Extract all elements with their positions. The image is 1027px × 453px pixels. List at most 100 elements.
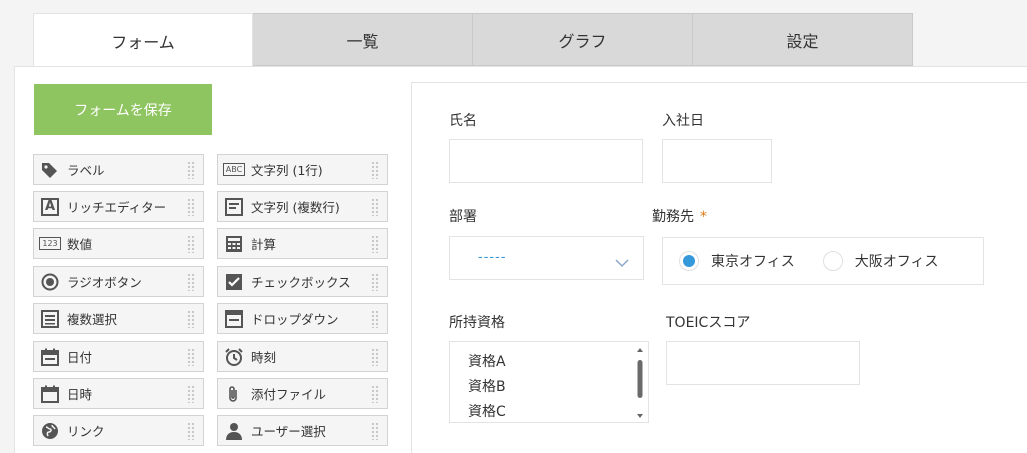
abc-icon: ABC (222, 160, 246, 180)
tag-icon (40, 160, 60, 180)
form-layout-area: 氏名 入社日 部署 ----- 勤務先 * 東京オフィス 大阪オフィス 所持資格 … (411, 82, 1027, 453)
palette-item-user-select[interactable]: ユーザー選択 (217, 415, 388, 446)
palette-item-multi-line-text[interactable]: 文字列 (複数行) (217, 191, 388, 222)
palette-item-text: リンク (67, 424, 105, 439)
department-label: 部署 (449, 209, 477, 225)
qualifications-listbox[interactable]: 資格A 資格B 資格C (449, 341, 649, 423)
tab-label: フォーム (111, 32, 175, 52)
qualifications-label: 所持資格 (449, 315, 505, 331)
palette-item-text: 文字列 (1行) (251, 163, 323, 178)
workplace-label-text: 勤務先 (652, 209, 694, 225)
toeic-score-input[interactable] (666, 341, 860, 385)
number-icon: 123 (39, 234, 61, 254)
user-icon (224, 421, 244, 441)
palette-item-text: 添付ファイル (251, 387, 327, 402)
globe-icon (40, 421, 60, 441)
tab-label: 一覧 (346, 31, 379, 51)
drag-handle-icon[interactable] (371, 422, 379, 440)
drag-handle-icon[interactable] (371, 385, 379, 403)
palette-item-time[interactable]: 時刻 (217, 341, 388, 372)
palette-item-text: チェックボックス (251, 275, 351, 290)
hire-date-label: 入社日 (662, 113, 704, 129)
icon-text: ABC (222, 163, 246, 176)
palette-item-text: 数値 (67, 237, 93, 252)
drag-handle-icon[interactable] (187, 235, 195, 253)
drag-handle-icon[interactable] (371, 161, 379, 179)
palette-item-text: 日時 (67, 387, 93, 402)
hire-date-input[interactable] (662, 139, 772, 183)
palette-item-text: 時刻 (251, 350, 277, 365)
rich-editor-icon: A (40, 197, 60, 217)
scrollbar[interactable] (635, 344, 645, 422)
list-item[interactable]: 資格B (468, 376, 506, 396)
name-label: 氏名 (449, 113, 477, 129)
palette-item-datetime[interactable]: 日時 (33, 378, 204, 409)
palette-item-link[interactable]: リンク (33, 415, 204, 446)
list-item[interactable]: 資格C (468, 401, 506, 421)
radio-unselected-icon (822, 251, 843, 271)
tab-form[interactable]: フォーム (33, 13, 253, 67)
palette-item-text: ラベル (67, 163, 105, 178)
drag-handle-icon[interactable] (371, 310, 379, 328)
palette-item-calculation[interactable]: 計算 (217, 228, 388, 259)
tab-label: グラフ (558, 31, 607, 51)
drag-handle-icon[interactable] (187, 348, 195, 366)
drag-handle-icon[interactable] (187, 273, 195, 291)
drag-handle-icon[interactable] (187, 385, 195, 403)
drag-handle-icon[interactable] (187, 198, 195, 216)
radio-icon (40, 272, 60, 292)
palette-item-text: ドロップダウン (251, 312, 339, 327)
radio-osaka-office[interactable]: 大阪オフィス (822, 251, 939, 271)
palette-item-label[interactable]: ラベル (33, 154, 204, 185)
tab-list[interactable]: 一覧 (253, 13, 473, 66)
palette-item-text: ラジオボタン (67, 275, 142, 290)
date-icon (40, 347, 60, 367)
department-dropdown[interactable]: ----- (449, 236, 644, 280)
multi-select-icon (40, 309, 60, 329)
icon-text: A (41, 197, 59, 216)
radio-tokyo-office[interactable]: 東京オフィス (679, 251, 795, 271)
tab-label: 設定 (786, 31, 819, 51)
tab-settings[interactable]: 設定 (693, 13, 913, 66)
palette-item-radio-button[interactable]: ラジオボタン (33, 266, 204, 297)
name-input[interactable] (449, 139, 643, 183)
list-item[interactable]: 資格A (468, 351, 506, 371)
datetime-icon (40, 384, 60, 404)
chevron-down-icon (615, 253, 629, 272)
icon-text: 123 (39, 237, 61, 250)
calculator-icon (224, 234, 244, 254)
radio-label: 大阪オフィス (854, 254, 939, 270)
drag-handle-icon[interactable] (371, 348, 379, 366)
palette-item-multi-select[interactable]: 複数選択 (33, 303, 204, 334)
palette-item-text: ユーザー選択 (251, 424, 326, 439)
radio-selected-icon (679, 251, 699, 271)
save-form-button[interactable]: フォームを保存 (34, 84, 212, 135)
palette-item-text: 計算 (251, 237, 277, 252)
palette-item-text: 複数選択 (67, 312, 118, 327)
palette-item-dropdown[interactable]: ドロップダウン (217, 303, 388, 334)
palette-item-text: 文字列 (複数行) (251, 200, 340, 215)
checkbox-icon (224, 272, 244, 292)
paperclip-icon (224, 384, 244, 404)
palette-item-date[interactable]: 日付 (33, 341, 204, 372)
drag-handle-icon[interactable] (371, 273, 379, 291)
drag-handle-icon[interactable] (187, 422, 195, 440)
palette-item-single-line-text[interactable]: ABC 文字列 (1行) (217, 154, 388, 185)
workplace-radio-group: 東京オフィス 大阪オフィス (662, 237, 984, 285)
department-selected-value: ----- (478, 250, 507, 265)
workplace-label: 勤務先 * (652, 206, 707, 226)
clock-icon (224, 347, 244, 367)
palette-item-text: リッチエディター (67, 200, 167, 215)
drag-handle-icon[interactable] (187, 161, 195, 179)
drag-handle-icon[interactable] (371, 198, 379, 216)
palette-item-number[interactable]: 123 数値 (33, 228, 204, 259)
radio-label: 東京オフィス (711, 254, 795, 270)
palette-item-text: 日付 (67, 350, 93, 365)
palette-item-rich-editor[interactable]: A リッチエディター (33, 191, 204, 222)
drag-handle-icon[interactable] (187, 310, 195, 328)
palette-item-attachment[interactable]: 添付ファイル (217, 378, 388, 409)
tab-graph[interactable]: グラフ (473, 13, 693, 66)
palette-item-checkbox[interactable]: チェックボックス (217, 266, 388, 297)
required-mark: * (700, 209, 707, 225)
drag-handle-icon[interactable] (371, 235, 379, 253)
